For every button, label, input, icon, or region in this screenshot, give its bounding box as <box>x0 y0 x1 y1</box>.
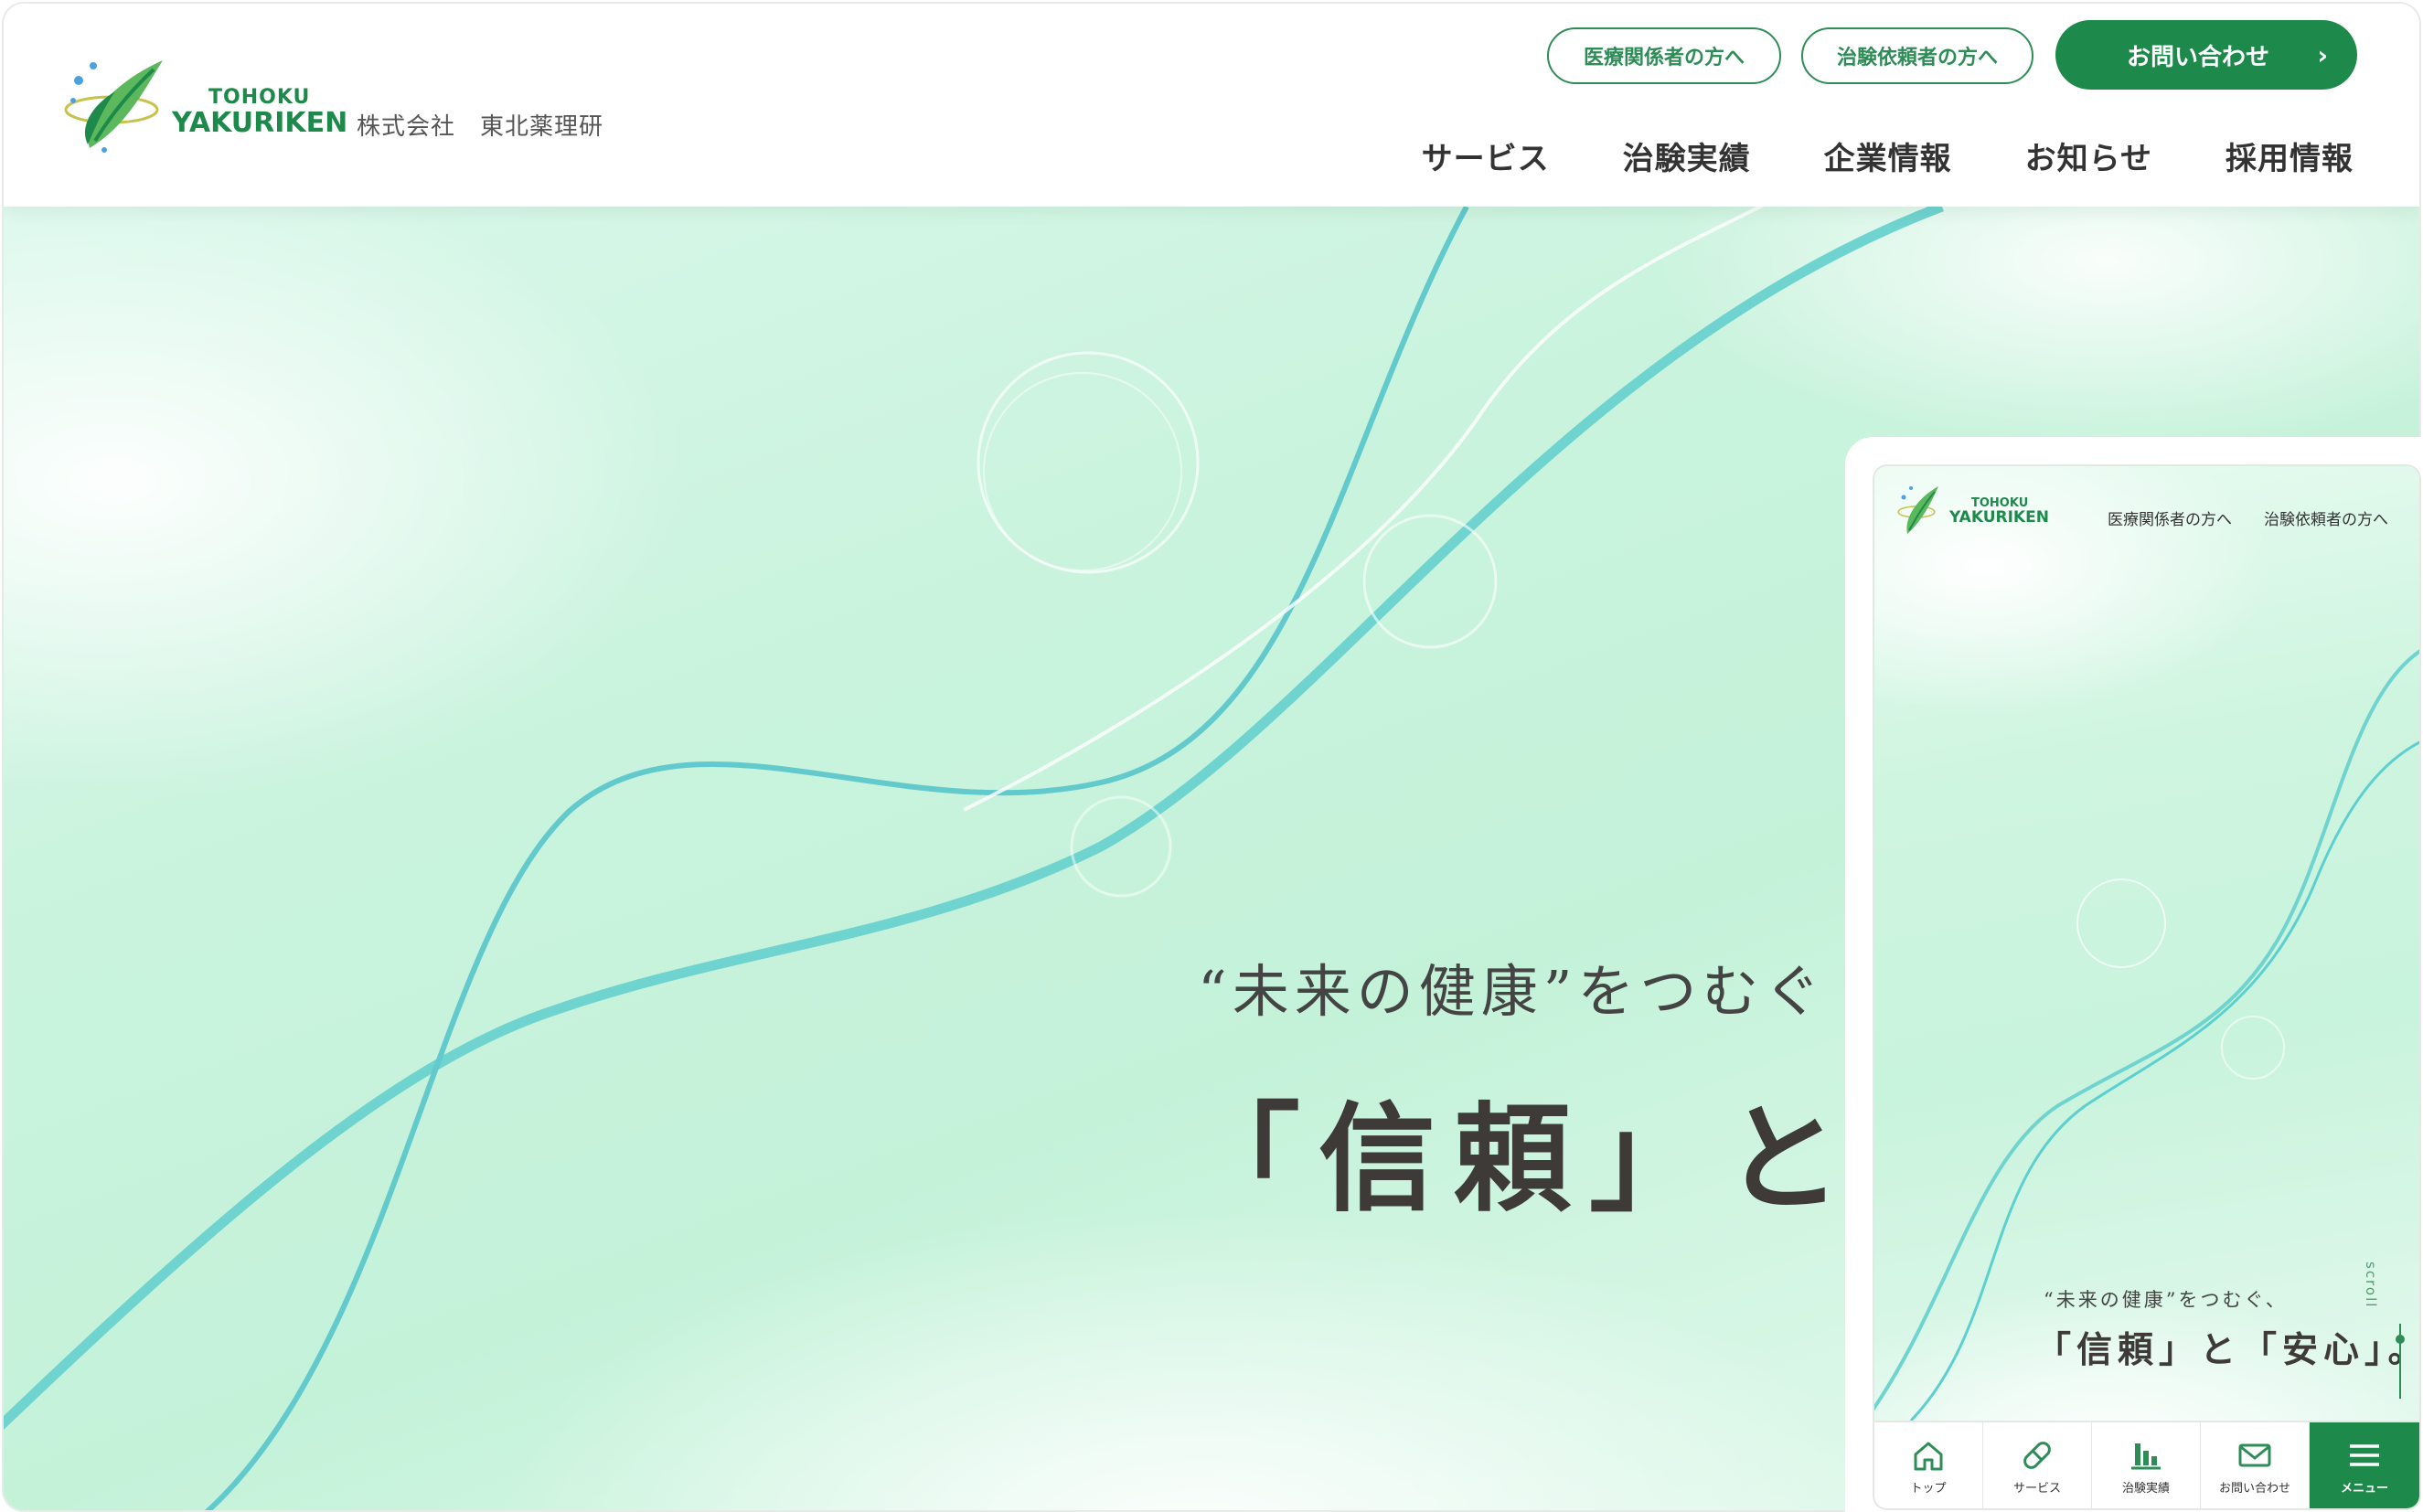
chevron-right-icon: › <box>2317 40 2328 70</box>
scroll-indicator-label: scroll <box>2363 1262 2379 1309</box>
trial-sponsors-link[interactable]: 治験依頼者の方へ <box>1801 27 2033 84</box>
mobile-hero-section: TOHOKU YAKURIKEN 医療関係者の方へ 治験依頼者の方へ “未来の健… <box>1874 466 2419 1421</box>
nav-item-services[interactable]: サービス <box>1422 133 1550 178</box>
mobile-logo-wordmark[interactable]: TOHOKU YAKURIKEN <box>1949 497 2049 526</box>
tab-menu[interactable]: メニュー <box>2310 1422 2419 1508</box>
tab-contact[interactable]: お問い合わせ <box>2201 1422 2310 1508</box>
tab-services[interactable]: サービス <box>1983 1422 2092 1508</box>
logo-line2: YAKURIKEN <box>172 107 348 139</box>
tab-top-label: トップ <box>1910 1481 1947 1496</box>
nav-item-recruit[interactable]: 採用情報 <box>2226 133 2354 178</box>
main-nav: サービス 治験実績 企業情報 お知らせ 採用情報 <box>1349 133 2354 178</box>
nav-item-trial-results[interactable]: 治験実績 <box>1623 133 1751 178</box>
mobile-preview: TOHOKU YAKURIKEN 医療関係者の方へ 治験依頼者の方へ “未来の健… <box>1874 466 2419 1508</box>
mobile-medical-professionals-link[interactable]: 医療関係者の方へ <box>2108 506 2232 529</box>
contact-button[interactable]: お問い合わせ › <box>2055 20 2357 90</box>
nav-item-company[interactable]: 企業情報 <box>1824 133 1952 178</box>
home-icon <box>1914 1442 1943 1470</box>
bar-chart-icon <box>2131 1443 2161 1469</box>
hero-tagline-small: “未来の健康”をつむぐ <box>1198 958 1827 1025</box>
leaf-logo-icon[interactable] <box>62 53 181 159</box>
tab-trial-results-label: 治験実績 <box>2121 1481 2170 1496</box>
contact-button-label: お問い合わせ <box>2127 43 2270 71</box>
menu-icon <box>2350 1443 2379 1466</box>
mobile-tab-bar: トップ サービス 治験実績 お問い合わせ メニュー <box>1874 1421 2419 1508</box>
tab-contact-label: お問い合わせ <box>2218 1481 2290 1496</box>
tab-menu-label: メニュー <box>2340 1481 2388 1496</box>
mobile-leaf-logo-icon[interactable] <box>1896 481 1944 539</box>
mail-icon <box>2238 1443 2271 1466</box>
tab-top[interactable]: トップ <box>1874 1422 1983 1508</box>
logo-wordmark[interactable]: TOHOKU YAKURIKEN <box>172 88 347 137</box>
nav-item-news[interactable]: お知らせ <box>2025 133 2152 178</box>
logo-line1: TOHOKU <box>208 86 311 109</box>
mobile-hero-tagline-small: “未来の健康”をつむぐ、 <box>2044 1289 2288 1311</box>
tab-services-label: サービス <box>2012 1481 2061 1496</box>
mobile-logo-line2: YAKURIKEN <box>1949 508 2049 527</box>
site-header: TOHOKU YAKURIKEN 株式会社 東北薬理研 医療関係者の方へ 治験依… <box>4 4 2419 207</box>
tab-trial-results[interactable]: 治験実績 <box>2092 1422 2201 1508</box>
mobile-hero-wave-illustration <box>1874 649 2419 1421</box>
medical-professionals-link[interactable]: 医療関係者の方へ <box>1547 27 1781 84</box>
mobile-hero-tagline-large: 「信頼」と「安心」。 <box>2035 1329 2419 1371</box>
mobile-trial-sponsors-link[interactable]: 治験依頼者の方へ <box>2264 506 2388 529</box>
company-name: 株式会社 東北薬理研 <box>357 113 604 141</box>
pill-icon <box>2023 1441 2051 1469</box>
scroll-indicator-dot <box>2396 1335 2405 1344</box>
